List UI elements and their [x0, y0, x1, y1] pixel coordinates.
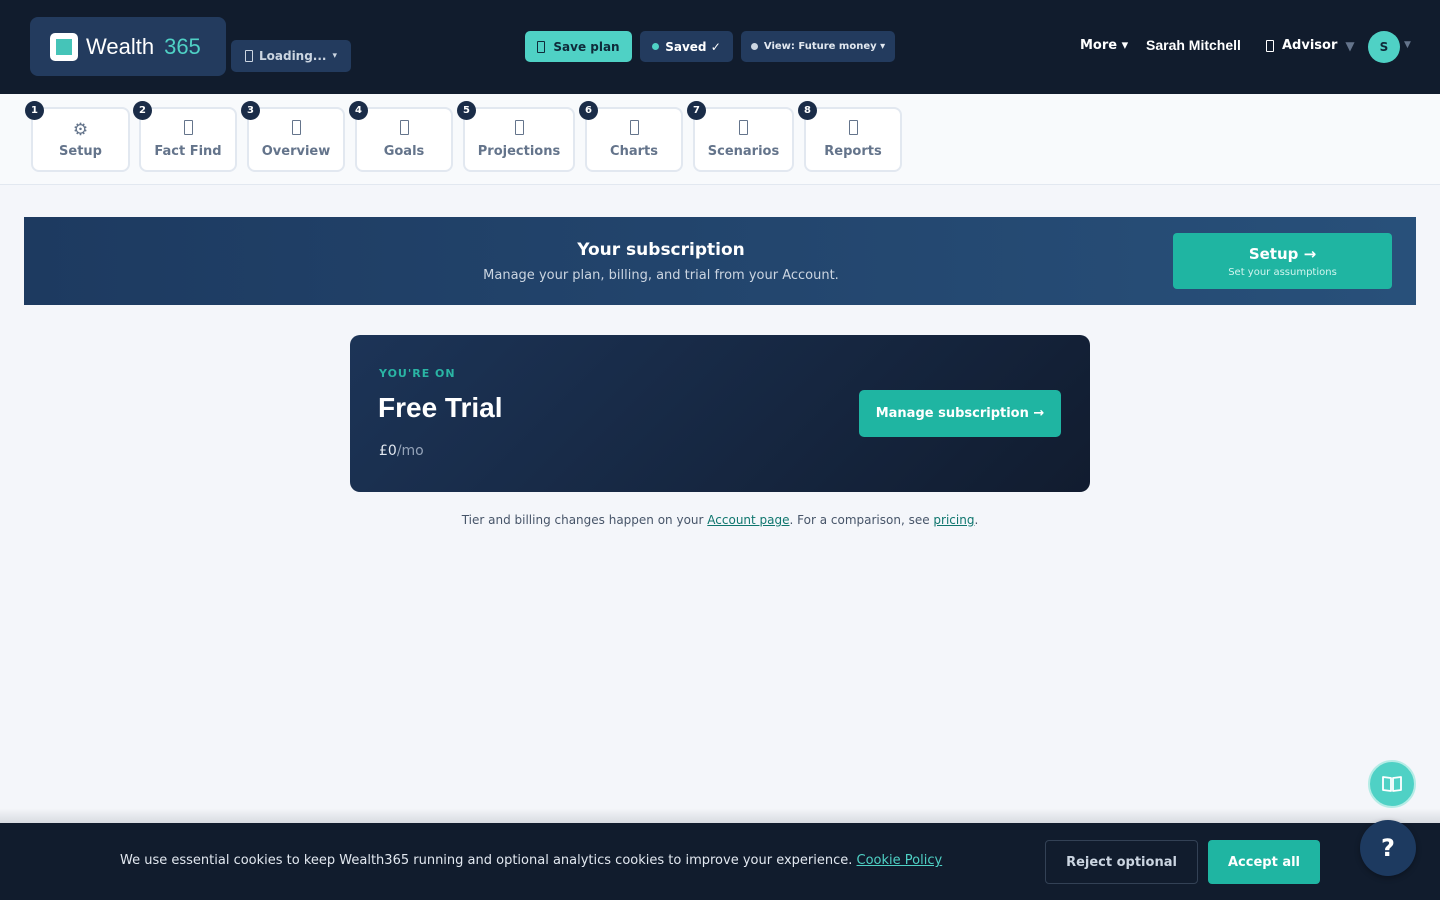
setup-button[interactable]: Setup → Set your assumptions — [1173, 233, 1392, 289]
avatar[interactable]: S — [1368, 31, 1400, 63]
plan-price-amount: £0 — [379, 443, 397, 459]
plan-name: Free Trial — [378, 392, 503, 423]
step-label: Goals — [383, 144, 425, 159]
step-number-badge: 1 — [25, 101, 44, 120]
cookie-bar-shadow — [0, 808, 1440, 823]
logo[interactable]: Wealth 365 — [30, 17, 226, 76]
setup-button-label: Setup → — [1248, 244, 1317, 263]
save-icon — [537, 40, 546, 53]
step-projections[interactable]: Projections — [463, 107, 575, 172]
step-number-badge: 7 — [687, 101, 706, 120]
logo-text: Wealth — [86, 33, 155, 59]
step-number-badge: 8 — [798, 101, 817, 120]
saved-status-label: Saved ✓ — [665, 39, 721, 54]
step-number-badge: 3 — [241, 101, 260, 120]
step-charts[interactable]: Charts — [585, 107, 683, 172]
role-icon — [1266, 39, 1274, 52]
step-overview[interactable]: Overview — [247, 107, 345, 172]
book-icon — [1382, 776, 1402, 792]
cookie-policy-link[interactable]: Cookie Policy — [857, 853, 943, 868]
gear-icon: ⚙ — [72, 120, 89, 140]
cookie-message: We use essential cookies to keep Wealth3… — [120, 853, 853, 868]
step-label: Projections — [477, 144, 561, 159]
banner-title: Your subscription — [577, 240, 745, 260]
step-number-badge: 2 — [133, 101, 152, 120]
step-label: Scenarios — [707, 144, 780, 159]
chevron-down-icon: ▼ — [1345, 38, 1355, 53]
help-button[interactable]: ? — [1360, 820, 1416, 876]
cookie-text: We use essential cookies to keep Wealth3… — [120, 853, 942, 868]
plan-price-period: /mo — [396, 443, 424, 459]
charts-icon — [629, 120, 639, 140]
reports-icon — [848, 120, 858, 140]
step-label: Fact Find — [154, 144, 222, 159]
step-number-badge: 6 — [579, 101, 598, 120]
step-label: Setup — [59, 144, 102, 159]
fact-find-icon — [183, 120, 193, 140]
manage-subscription-button[interactable]: Manage subscription → — [859, 390, 1061, 437]
role-selector-button[interactable]: Advisor ▼ — [1266, 38, 1355, 53]
reject-optional-button[interactable]: Reject optional — [1045, 840, 1198, 884]
account-page-link[interactable]: Account page — [707, 513, 789, 527]
status-dot-icon — [652, 43, 660, 50]
step-scenarios[interactable]: Scenarios — [693, 107, 794, 172]
logo-number: 365 — [164, 33, 201, 59]
plan-selector-button[interactable]: Loading... ▾ — [231, 40, 351, 72]
view-mode-label: View: Future money ▾ — [763, 41, 886, 52]
scenarios-icon — [739, 120, 748, 140]
overview-icon — [291, 120, 301, 140]
subscription-banner: Your subscription Manage your plan, bill… — [24, 217, 1416, 305]
more-menu-button[interactable]: More ▾ — [1080, 38, 1128, 53]
projections-icon — [514, 120, 524, 140]
step-reports[interactable]: Reports — [804, 107, 902, 172]
note-middle: . For a comparison, see — [789, 513, 934, 527]
banner-subtitle: Manage your plan, billing, and trial fro… — [483, 268, 839, 283]
step-label: Reports — [824, 144, 882, 159]
view-dot-icon — [750, 43, 758, 50]
goals-icon — [399, 120, 409, 140]
view-mode-button[interactable]: View: Future money ▾ — [741, 31, 895, 62]
save-plan-label: Save plan — [553, 39, 620, 54]
save-plan-button[interactable]: Save plan — [525, 31, 632, 62]
role-label: Advisor — [1282, 38, 1338, 53]
note-suffix: . — [974, 513, 979, 527]
accept-all-button[interactable]: Accept all — [1208, 840, 1320, 884]
step-number-badge: 4 — [349, 101, 368, 120]
avatar-chevron-icon[interactable]: ▼ — [1404, 40, 1411, 50]
user-name: Sarah Mitchell — [1146, 37, 1241, 53]
note-prefix: Tier and billing changes happen on your — [461, 513, 708, 527]
logo-mark-icon — [50, 32, 78, 61]
step-label: Charts — [610, 144, 658, 159]
saved-status-button[interactable]: Saved ✓ — [640, 31, 733, 62]
step-goals[interactable]: Goals — [355, 107, 453, 172]
plan-eyebrow: YOU'RE ON — [379, 367, 456, 380]
plan-price: £0/mo — [379, 443, 424, 459]
chevron-down-icon: ▾ — [332, 51, 338, 61]
step-number-badge: 5 — [457, 101, 476, 120]
setup-button-sublabel: Set your assumptions — [1228, 266, 1337, 278]
billing-note: Tier and billing changes happen on your … — [0, 513, 1440, 527]
step-setup[interactable]: ⚙ Setup — [31, 107, 130, 172]
guide-button[interactable] — [1368, 760, 1416, 808]
step-fact-find[interactable]: Fact Find — [139, 107, 237, 172]
document-icon — [244, 50, 253, 62]
top-header: Wealth 365 Loading... ▾ Save plan Saved … — [0, 0, 1440, 94]
cookie-banner: We use essential cookies to keep Wealth3… — [0, 823, 1440, 900]
step-label: Overview — [261, 144, 331, 159]
plan-card: YOU'RE ON Free Trial £0/mo Manage subscr… — [350, 335, 1090, 492]
pricing-link[interactable]: pricing — [933, 513, 974, 527]
plan-selector-label: Loading... — [258, 49, 327, 63]
